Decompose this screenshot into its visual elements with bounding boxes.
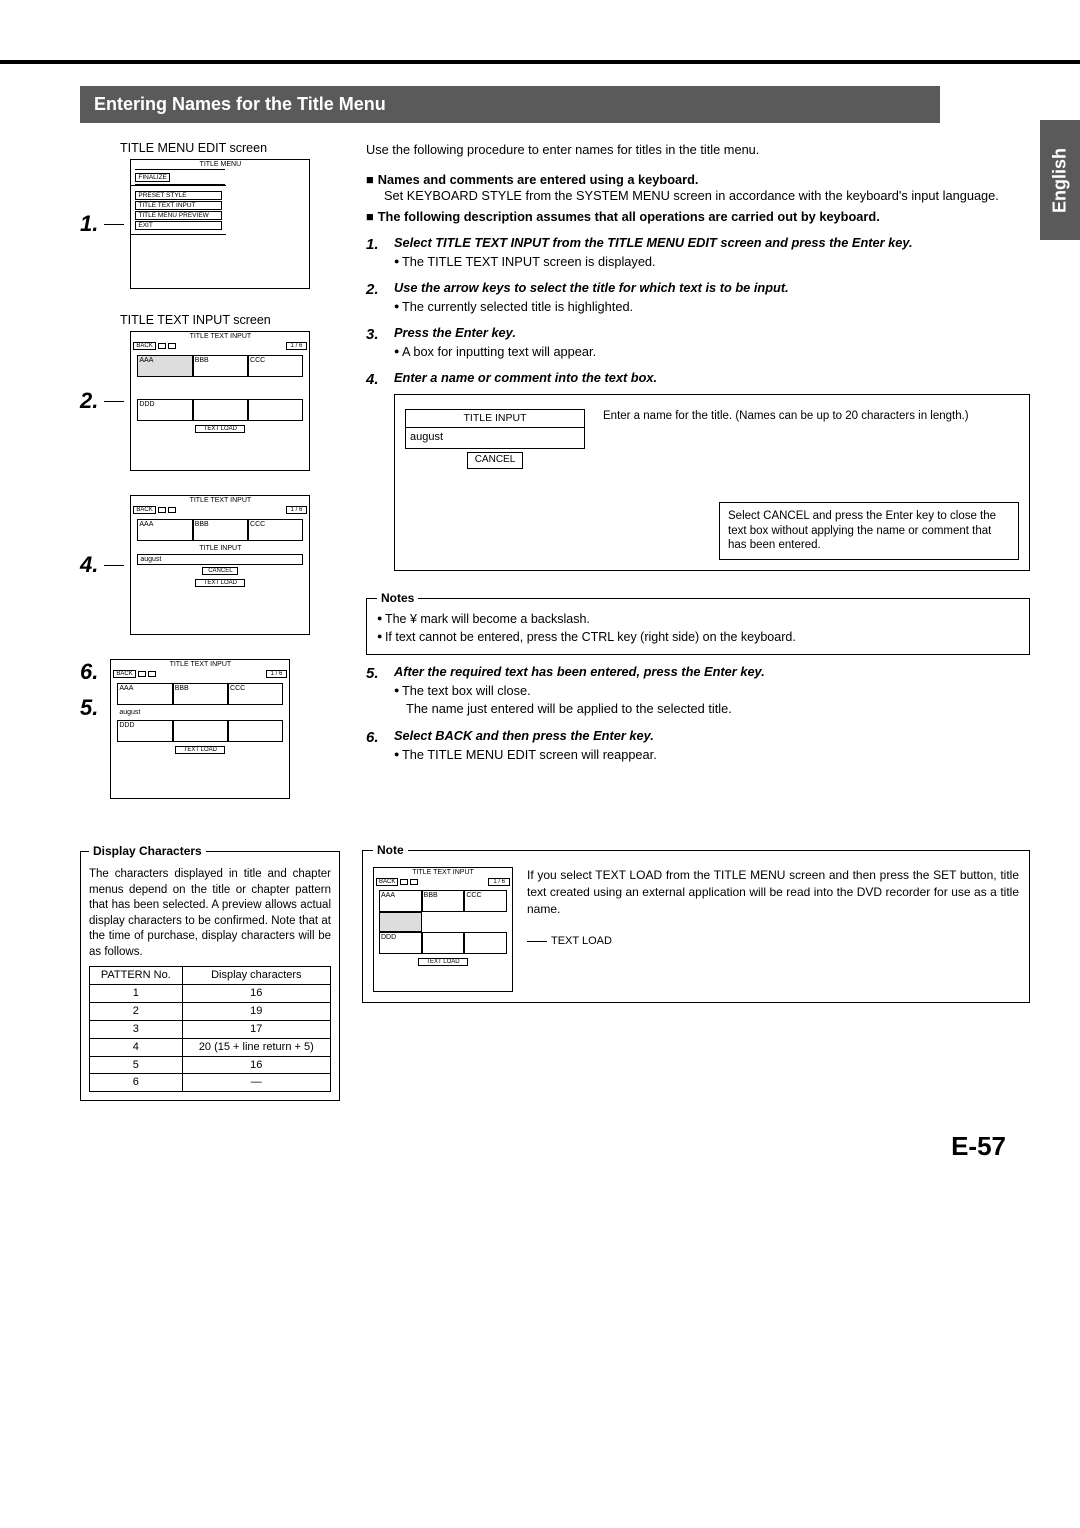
top-rule <box>0 60 1080 64</box>
right-column: Use the following procedure to enter nam… <box>366 141 1030 823</box>
intro-text: Use the following procedure to enter nam… <box>366 141 1030 160</box>
step-3: Press the Enter key.A box for inputting … <box>366 324 1030 361</box>
step-4-diagram: TITLE INPUT august CANCEL Enter a name f… <box>394 394 1030 571</box>
step-pointer-1: 1. <box>80 211 98 237</box>
step-6: Select BACK and then press the Enter key… <box>366 727 1030 764</box>
cancel-button-diagram: CANCEL <box>467 452 523 469</box>
step-2: Use the arrow keys to select the title f… <box>366 279 1030 316</box>
page-number: E-57 <box>80 1131 1030 1162</box>
step-4-cancel-note: Select CANCEL and press the Enter key to… <box>719 502 1019 561</box>
text-load-note-text: If you select TEXT LOAD from the TITLE M… <box>527 867 1019 917</box>
sq-bullet-2: The following description assumes that a… <box>366 209 1030 224</box>
left-column: TITLE MENU EDIT screen 1. TITLE MENU FIN… <box>80 141 340 823</box>
display-characters-box: Display Characters The characters displa… <box>80 843 340 1101</box>
step-pointer-4: 4. <box>80 552 98 578</box>
screen-label: TITLE MENU EDIT screen <box>120 141 340 155</box>
title-menu-edit-screen: TITLE MENU FINALIZE PRESET STYLE TITLE T… <box>130 159 310 289</box>
step-1: Select TITLE TEXT INPUT from the TITLE M… <box>366 234 1030 271</box>
step-4: Enter a name or comment into the text bo… <box>366 369 1030 583</box>
title-text-input-screen-1: TITLE TEXT INPUT BACK 1 / 6 AAA BBB CCC <box>130 331 310 471</box>
text-load-label: TEXT LOAD <box>551 935 612 947</box>
text-load-note-screen: TITLE TEXT INPUT BACK 1 / 6 AAA BBB CCC <box>373 867 513 992</box>
title-text-input-screen-3: TITLE TEXT INPUT BACK 1 / 6 AAA BBB CCC … <box>110 659 290 799</box>
notes-box: Notes The ¥ mark will become a backslash… <box>366 591 1030 655</box>
title-text-input-screen-2: TITLE TEXT INPUT BACK 1 / 6 AAA BBB CCC … <box>130 495 310 635</box>
step-pointer-2: 2. <box>80 388 98 414</box>
pattern-table: PATTERN No.Display characters 116 219 31… <box>89 966 331 1092</box>
step-pointer-5: 5. <box>80 695 98 721</box>
section-header: Entering Names for the Title Menu <box>80 86 940 123</box>
text-load-note-box: Note TITLE TEXT INPUT BACK 1 / 6 AAA BBB <box>362 843 1030 1003</box>
screen-label: TITLE TEXT INPUT screen <box>120 313 340 327</box>
step-pointer-6: 6. <box>80 659 98 685</box>
sq-bullet-1: Names and comments are entered using a k… <box>366 172 1030 187</box>
step-5: After the required text has been entered… <box>366 663 1030 719</box>
sq-bullet-1-sub: Set KEYBOARD STYLE from the SYSTEM MENU … <box>384 187 1030 206</box>
step-4-hint: Enter a name for the title. (Names can b… <box>603 409 1019 424</box>
